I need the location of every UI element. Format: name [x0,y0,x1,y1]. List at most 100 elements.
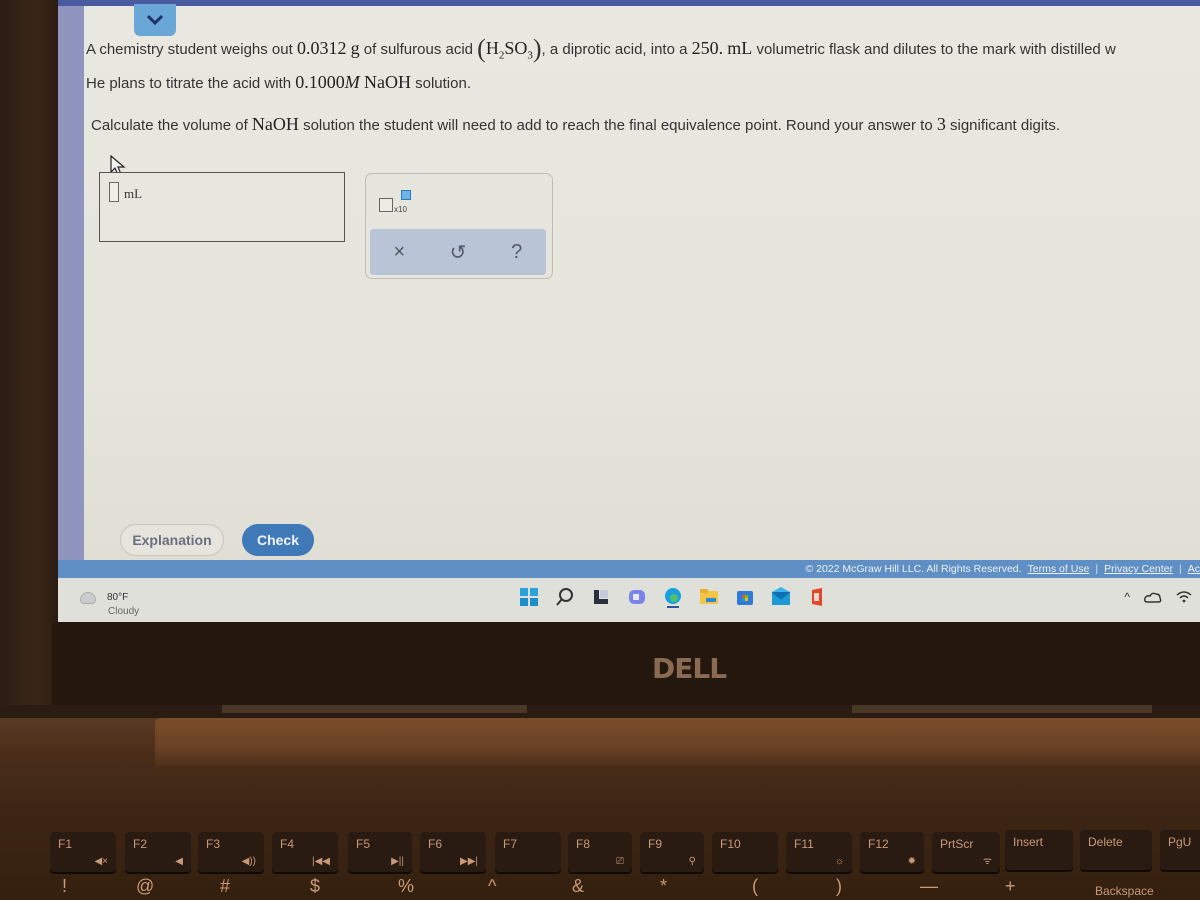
taskbar-apps [518,586,828,608]
office-icon[interactable] [806,586,828,608]
terms-of-use-link[interactable]: Terms of Use [1028,563,1090,575]
privacy-center-link[interactable]: Privacy Center [1104,563,1173,575]
separator: | [1179,563,1182,575]
key-label: F8 [576,837,591,851]
windows-start-icon[interactable] [518,586,540,608]
task-view-icon[interactable] [590,586,612,608]
key-symbol[interactable]: ) [836,876,842,897]
system-tray: ^ [1124,590,1192,604]
key-symbol[interactable]: $ [310,876,320,897]
reagent: NaOH [363,72,411,92]
key-f4[interactable]: F4 |◀◀ [272,832,338,872]
key-prtscr[interactable]: PrtScr ᯤ [932,832,1000,872]
key-f9[interactable]: F9 ⚲ [640,832,704,872]
separator: | [1095,563,1099,575]
wifi-icon[interactable] [1176,591,1192,603]
cloud-icon [80,592,96,604]
mass-value: 0.0312 [296,38,347,58]
key-f2[interactable]: F2 ◀ [125,832,191,872]
formula: H2SO3 [485,38,533,62]
key-insert[interactable]: Insert [1005,830,1073,870]
key-label: F2 [133,837,148,851]
key-label: F7 [503,837,518,851]
key-function-icon: ▶|| [391,856,404,867]
key-f10[interactable]: F10 [712,832,778,872]
key-label: F12 [868,837,889,851]
key-label: F5 [356,837,371,851]
key-f6[interactable]: F6 ▶▶| [420,832,486,872]
key-symbol[interactable]: @ [136,876,154,897]
answer-input[interactable] [109,182,119,202]
key-function-icon: ◀× [94,856,108,867]
key-function-icon: ☼ [834,856,844,867]
key-f5[interactable]: F5 ▶|| [348,832,412,872]
microsoft-store-icon[interactable] [734,586,756,608]
volume-unit: mL [727,38,753,58]
hinge-vent [222,705,527,713]
key-label: F3 [206,837,221,851]
file-explorer-icon[interactable] [698,586,720,608]
edge-browser-icon[interactable] [662,586,684,608]
key-label: Insert [1013,835,1044,849]
key-label: F9 [648,837,663,851]
weather-temp: 80°F [107,592,129,603]
key-f11[interactable]: F11 ☼ [786,832,852,872]
key-f12[interactable]: F12 ✹ [860,832,924,872]
key-label: F11 [794,837,814,851]
key-f8[interactable]: F8 ⎚ [568,832,632,872]
key-label: F4 [280,837,295,851]
keyboard-ridge [155,718,1200,766]
key-function-icon: ⎚ [616,856,624,867]
key-label: F6 [428,837,443,851]
sidebar-strip [58,0,84,560]
key-delete[interactable]: Delete [1080,830,1152,870]
question-line-3: Calculate the volume of NaOH solution th… [91,114,1061,134]
answer-unit: mL [124,186,143,201]
weather-condition: Cloudy [108,606,140,617]
key-function-icon: ⚲ [688,856,696,867]
paren-close: ) [532,34,542,63]
key-symbol[interactable]: % [398,876,414,897]
collapse-toggle-button[interactable] [134,4,176,36]
key-f7[interactable]: F7 [495,832,561,872]
key-symbol[interactable]: ( [752,876,758,897]
key-symbol[interactable]: * [660,876,667,897]
key-f1[interactable]: F1 ◀× [50,832,116,872]
help-button[interactable]: ? [502,241,532,264]
key-symbol[interactable]: — [920,876,938,897]
key-label: PgU [1168,835,1192,849]
clear-button[interactable]: × [384,241,414,264]
explanation-button[interactable]: Explanation [120,524,224,556]
scientific-notation-button[interactable]: x10 [379,190,419,216]
key-function-icon: ✹ [907,856,916,867]
question-line-2: He plans to titrate the acid with 0.1000… [86,72,471,92]
key-label: Delete [1088,835,1123,849]
chevron-down-icon [146,14,164,26]
dell-logo: DELL [652,652,727,685]
onedrive-cloud-icon[interactable] [1144,591,1162,603]
mail-icon[interactable] [770,586,792,608]
footer-bar: © 2022 McGraw Hill LLC. All Rights Reser… [58,560,1200,578]
undo-button[interactable]: ↺ [443,240,473,265]
key-symbol[interactable]: + [1005,876,1016,897]
key-symbol[interactable]: # [220,876,230,897]
laptop-screen: A chemistry student weighs out 0.0312 g … [58,0,1200,622]
key-symbol[interactable]: ! [62,876,67,897]
teams-chat-icon[interactable] [626,586,648,608]
key-symbol[interactable]: ^ [488,876,496,897]
paren-open: ( [477,34,486,63]
key-f3[interactable]: F3 ◀)) [198,832,264,872]
key-backspace[interactable]: Backspace [1095,884,1154,898]
mantissa-box-icon [379,198,393,212]
accessibility-link[interactable]: Ac [1188,563,1200,575]
molarity-unit: M [344,72,360,92]
x10-label: x10 [394,205,407,214]
key-pgu[interactable]: PgU [1160,830,1200,870]
key-symbol[interactable]: & [572,876,584,897]
answer-box: mL [99,172,345,242]
sig-digits: 3 [936,114,946,134]
chevron-up-icon[interactable]: ^ [1124,590,1130,604]
search-icon[interactable] [554,586,576,608]
check-button[interactable]: Check [242,524,314,556]
key-function-icon: ◀ [175,856,183,867]
